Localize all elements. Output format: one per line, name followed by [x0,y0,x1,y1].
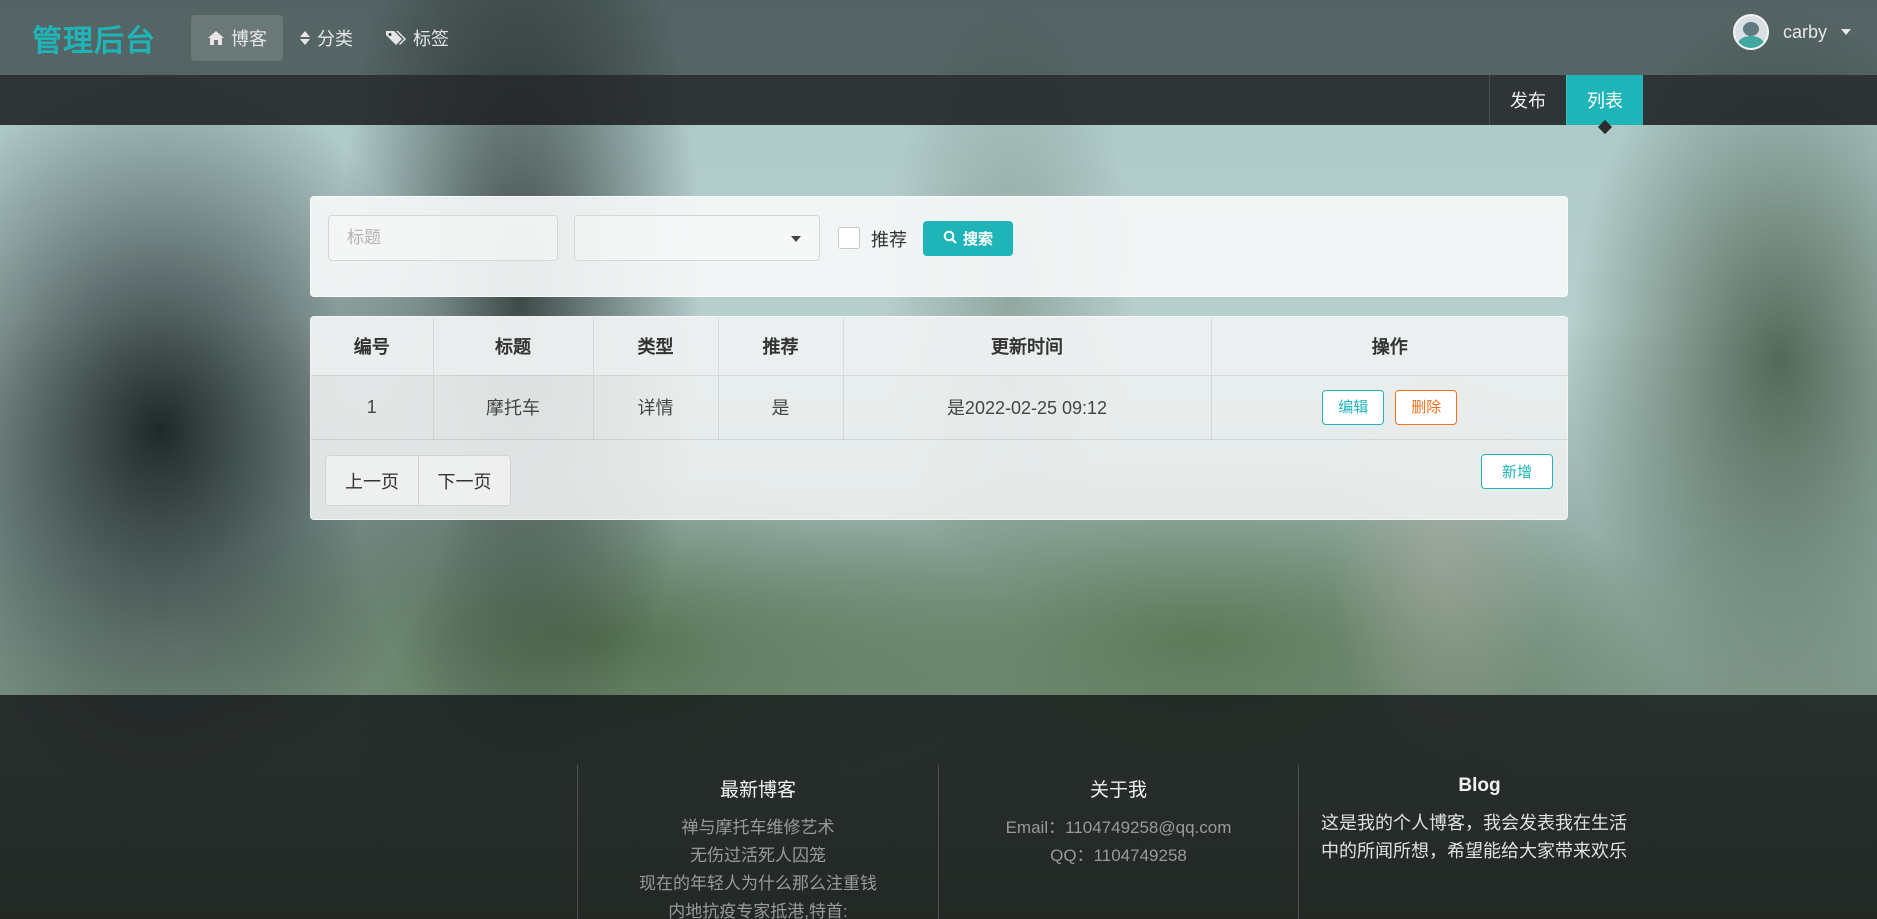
column-header-actions: 操作 [1371,336,1408,357]
recommend-label[interactable]: 推荐 [871,226,907,252]
cell-id: 1 [311,374,434,440]
user-menu[interactable]: carby [1732,14,1851,50]
home-icon [207,30,225,46]
footer-blog-desc-line2: 中的所闻所想，希望能给大家带来欢乐 [1321,841,1627,861]
search-button[interactable]: 搜索 [923,221,1013,256]
add-blog-button[interactable]: 新增 [1481,454,1553,489]
dropdown-caret-icon [791,236,801,242]
delete-button[interactable]: 删除 [1395,389,1458,425]
cell-recommend: 是 [718,374,844,440]
secondary-menu: 发布 列表 [0,75,1877,125]
nav-item-blog[interactable]: 博客 [191,14,283,61]
search-icon [943,230,957,248]
nav-item-category[interactable]: 分类 [283,15,369,61]
blog-table: 编号 标题 类型 推荐 更新时间 操作 1 摩托车 详情 是 是2022-02-… [311,317,1568,440]
avatar [1732,14,1769,50]
cell-type: 详情 [593,374,719,440]
column-header-id: 编号 [311,317,434,375]
tab-list[interactable]: 列表 [1566,75,1643,125]
next-page-button[interactable]: 下一页 [418,456,510,505]
table-header-row: 编号 标题 类型 推荐 更新时间 操作 [311,317,1568,375]
column-header-title: 标题 [433,317,594,375]
nav-item-tags[interactable]: 标签 [369,15,465,61]
footer-blog-link[interactable]: 内地抗疫专家抵港,特首: [578,898,938,919]
search-form: 推荐 搜索 [310,196,1568,297]
footer-blog-link[interactable]: 现在的年轻人为什么那么注重钱 [578,870,938,898]
footer-blog-link[interactable]: 禅与摩托车维修艺术 [578,814,938,842]
column-header-type: 类型 [593,317,719,375]
footer-latest-title: 最新博客 [719,780,796,801]
tab-publish[interactable]: 发布 [1489,75,1566,125]
cell-updated: 是2022-02-25 09:12 [843,374,1212,440]
footer-latest-blogs: 最新博客 禅与摩托车维修艺术 无伤过活死人囚笼 现在的年轻人为什么那么注重钱 内… [577,765,938,919]
username: carby [1782,21,1827,42]
prev-page-button[interactable]: 上一页 [326,456,418,505]
footer-about-title: 关于我 [1089,780,1147,801]
sort-icon [299,30,311,46]
recommend-checkbox[interactable] [838,227,860,249]
tags-icon [385,30,407,46]
nav-item-label: 分类 [317,28,353,49]
table-row: 1 摩托车 详情 是 是2022-02-25 09:12 编辑 删除 [311,374,1568,440]
nav-item-label: 博客 [231,28,267,49]
footer: 最新博客 禅与摩托车维修艺术 无伤过活死人囚笼 现在的年轻人为什么那么注重钱 内… [0,695,1877,919]
footer-blog-link[interactable]: 无伤过活死人囚笼 [578,842,938,870]
footer-blog-desc-line1: 这是我的个人博客，我会发表我在生活 [1321,813,1627,833]
cell-actions: 编辑 删除 [1211,374,1568,440]
footer-qq: QQ：1104749258 [1050,846,1187,865]
footer-blog-info: Blog 这是我的个人博客，我会发表我在生活 中的所闻所想，希望能给大家带来欢乐 [1298,765,1660,919]
cell-title: 摩托车 [433,374,594,440]
search-button-label: 搜索 [962,231,993,248]
blog-table-panel: 编号 标题 类型 推荐 更新时间 操作 1 摩托车 详情 是 是2022-02-… [310,316,1568,520]
column-header-updated: 更新时间 [843,317,1212,375]
footer-about: 关于我 Email：1104749258@qq.com QQ：110474925… [938,765,1298,919]
title-search-input[interactable] [328,215,558,261]
nav-item-label: 标签 [413,28,449,49]
pagination: 上一页 下一页 [325,455,511,506]
top-navbar: 管理后台 博客 分类 标签 carby [0,0,1877,75]
footer-email: Email：1104749258@qq.com [1005,818,1232,837]
footer-blog-title: Blog [1458,775,1501,796]
column-header-recommend: 推荐 [718,317,844,375]
type-select[interactable] [574,215,820,261]
edit-button[interactable]: 编辑 [1322,389,1385,425]
chevron-down-icon [1841,29,1851,35]
brand-logo[interactable]: 管理后台 [32,16,156,60]
